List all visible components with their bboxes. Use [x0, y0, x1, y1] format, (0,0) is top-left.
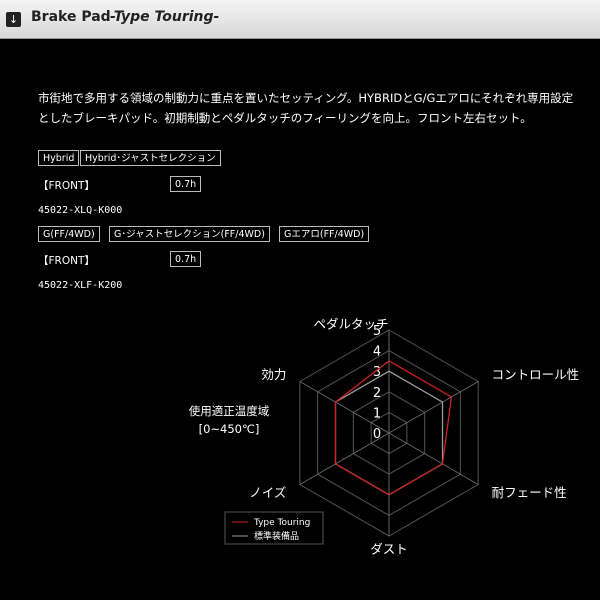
legend-label-standard: 標準装備品 — [254, 530, 299, 542]
axis-label: コントロール性 — [492, 367, 580, 382]
center-label-1: 使用適正温度域 — [189, 404, 270, 418]
axis-label: ダスト — [370, 541, 408, 556]
scale-tick-label: 0 — [373, 427, 381, 442]
legend-label-type-touring: Type Touring — [253, 518, 310, 528]
center-label-2: [0~450℃] — [199, 422, 260, 436]
scale-tick-label: 4 — [373, 345, 381, 360]
axis-label: ノイズ — [249, 485, 286, 500]
axis-label: ペダルタッチ — [313, 317, 388, 332]
axis-spoke — [388, 381, 479, 434]
scale-tick-label: 1 — [373, 406, 381, 421]
radar-chart: 012345 ペダルタッチコントロール性耐フェード性ダストノイズ効力 使用適正温… — [189, 317, 580, 557]
scale-tick-label: 2 — [373, 386, 381, 401]
axis-label: 耐フェード性 — [492, 485, 567, 500]
axis-label: 効力 — [261, 367, 286, 382]
axis-spoke — [388, 432, 479, 485]
chart-legend: Type Touring 標準装備品 — [224, 511, 324, 545]
